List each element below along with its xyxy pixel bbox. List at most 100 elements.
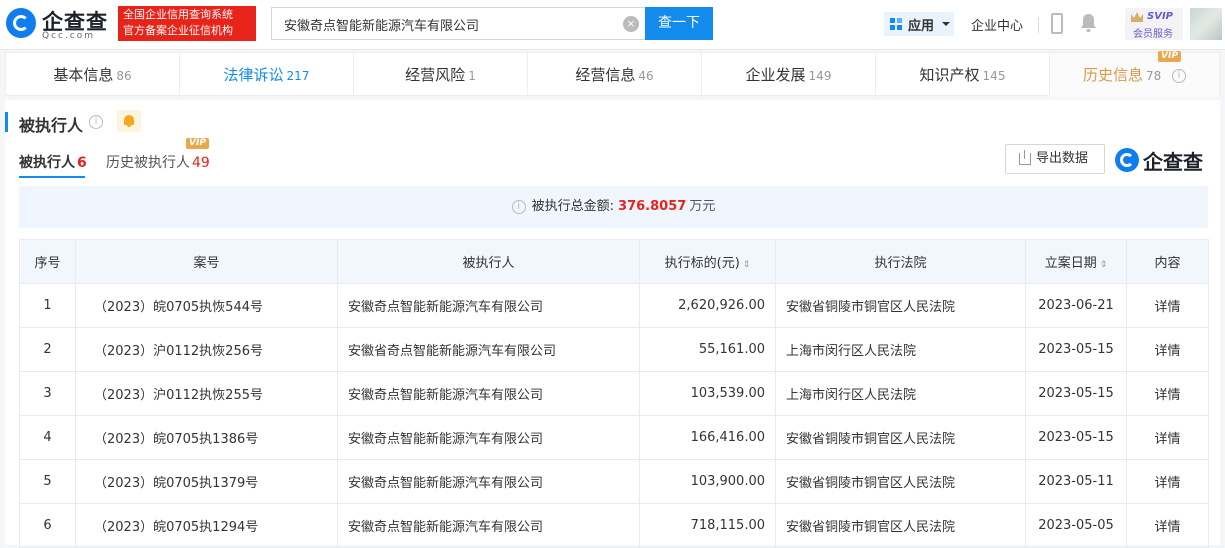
amount-cell: 55,161.00 — [639, 327, 776, 372]
detail-link[interactable]: 详情 — [1126, 327, 1209, 372]
tab-label: 经营信息 — [575, 66, 636, 84]
export-data-button[interactable]: 导出数据 — [1005, 144, 1105, 174]
amount-cell: 166,416.00 — [639, 415, 776, 460]
tab-label: 历史信息 — [1082, 66, 1143, 84]
amount-cell: 103,900.00 — [639, 459, 776, 504]
date-cell: 2023-05-15 — [1025, 415, 1127, 460]
row-index: 1 — [19, 283, 76, 328]
tab-count: 1 — [468, 69, 476, 83]
search-input-value: 安徽奇点智能新能源汽车有限公司 — [284, 19, 480, 34]
case-number-link[interactable]: （2023）皖0705执1379号 — [75, 459, 338, 504]
date-cell: 2023-05-15 — [1025, 371, 1127, 416]
tab-label: 知识产权 — [919, 66, 980, 84]
table-row: 3 （2023）沪0112执恢255号 安徽奇点智能新能源汽车有限公司 103,… — [19, 371, 1209, 416]
tab-label: 企业发展 — [745, 66, 806, 84]
mobile-phone-icon[interactable] — [1051, 13, 1063, 34]
party-link[interactable]: 安徽省奇点智能新能源汽车有限公司 — [337, 327, 640, 372]
info-icon[interactable]: i — [511, 199, 526, 214]
tab-development[interactable]: 企业发展 149 — [702, 53, 876, 97]
table-row: 5 （2023）皖0705执1379号 安徽奇点智能新能源汽车有限公司 103,… — [19, 459, 1209, 504]
party-link[interactable]: 安徽奇点智能新能源汽车有限公司 — [337, 415, 640, 460]
monitor-bell-icon[interactable] — [117, 110, 141, 132]
detail-link[interactable]: 详情 — [1126, 415, 1209, 460]
executed-person-panel: 被执行人 i 被执行人 6 历史被执行人 49 VIP 导出数据 企查查 i 被执行总… — [5, 100, 1220, 548]
sort-icon[interactable]: ⇕ — [1100, 260, 1108, 270]
sort-icon[interactable]: ⇕ — [743, 260, 751, 270]
subtab-executed-person[interactable]: 被执行人 6 — [19, 152, 87, 172]
app-menu-label: 应用 — [908, 19, 935, 34]
row-index: 5 — [19, 459, 76, 504]
tab-basic-info[interactable]: 基本信息 86 — [6, 53, 180, 97]
download-icon — [1019, 150, 1031, 165]
tab-count: 217 — [286, 69, 310, 83]
case-number-text: （2023）皖0705执1294号 — [75, 503, 338, 548]
tab-label: 经营风险 — [405, 66, 466, 84]
header-amount[interactable]: 执行标的(元) ⇕ — [639, 239, 776, 284]
svip-member-button[interactable]: SVIP 会员服务 — [1125, 8, 1183, 40]
avatar[interactable] — [1190, 8, 1222, 40]
header-amount-label: 执行标的(元) — [664, 256, 740, 271]
court-cell: 安徽省铜陵市铜官区人民法院 — [775, 503, 1026, 548]
notification-bell-icon[interactable] — [1080, 13, 1097, 33]
export-label: 导出数据 — [1036, 151, 1089, 166]
active-subtab-underline — [19, 176, 85, 178]
case-number-link[interactable]: （2023）沪0112执恢256号 — [75, 327, 338, 372]
official-badge[interactable]: 全国企业信用查询系统 官方备案企业征信机构 — [118, 6, 256, 41]
qcc-logo-icon — [1115, 148, 1139, 172]
subtab-history-executed-person[interactable]: 历史被执行人 49 VIP — [106, 138, 210, 172]
logo-subtext: Qcc.com — [42, 31, 96, 41]
case-number-link[interactable]: （2023）沪0112执恢255号 — [75, 371, 338, 416]
header-content: 内容 — [1126, 239, 1209, 284]
search-button[interactable]: 查一下 — [645, 7, 713, 40]
info-icon[interactable]: i — [89, 115, 103, 129]
party-link[interactable]: 安徽奇点智能新能源汽车有限公司 — [337, 503, 640, 548]
detail-link[interactable]: 详情 — [1126, 459, 1209, 504]
detail-link[interactable]: 详情 — [1126, 283, 1209, 328]
subtab-count: 49 — [192, 155, 210, 171]
badge-line-1: 全国企业信用查询系统 — [123, 8, 233, 21]
enterprise-center-link[interactable]: 企业中心 — [971, 15, 1023, 34]
summary-amount: 376.8057 — [618, 199, 687, 214]
tab-count: 46 — [638, 69, 654, 83]
tab-history-info[interactable]: 历史信息 78 i VIP — [1050, 51, 1219, 97]
grid-icon — [890, 18, 902, 30]
header-date-label: 立案日期 — [1044, 256, 1097, 271]
table-row: 6 （2023）皖0705执1294号 安徽奇点智能新能源汽车有限公司 718,… — [19, 503, 1209, 548]
tab-intellectual-property[interactable]: 知识产权 145 — [876, 53, 1050, 97]
svip-title: SVIP — [1147, 11, 1173, 22]
table-row: 4 （2023）皖0705执1386号 安徽奇点智能新能源汽车有限公司 166,… — [19, 415, 1209, 460]
qcc-logo-icon — [6, 8, 36, 38]
search-input[interactable]: 安徽奇点智能新能源汽车有限公司 × — [271, 7, 645, 40]
case-number-link[interactable]: （2023）皖0705执1386号 — [75, 415, 338, 460]
tab-legal-litigation[interactable]: 法律诉讼 217 — [180, 53, 354, 97]
info-icon[interactable]: i — [1172, 68, 1187, 83]
section-title: 被执行人 — [19, 116, 84, 135]
row-index: 6 — [19, 503, 76, 548]
tab-business-info[interactable]: 经营信息 46 — [528, 53, 702, 97]
table-row: 1 （2023）皖0705执恢544号 安徽奇点智能新能源汽车有限公司 2,62… — [19, 283, 1209, 328]
tab-operational-risk[interactable]: 经营风险 1 — [354, 53, 528, 97]
vip-badge: VIP — [186, 138, 209, 149]
detail-link[interactable]: 详情 — [1126, 503, 1209, 548]
court-cell: 上海市闵行区人民法院 — [775, 327, 1026, 372]
brand-text: 企查查 — [1143, 150, 1203, 174]
header-filing-date[interactable]: 立案日期 ⇕ — [1025, 239, 1127, 284]
detail-link[interactable]: 详情 — [1126, 371, 1209, 416]
header-divider — [1038, 17, 1039, 33]
app-menu-button[interactable]: 应用 — [884, 12, 954, 36]
subtab-label: 历史被执行人 — [106, 155, 190, 171]
chevron-down-icon — [942, 22, 950, 26]
executed-person-table: 序号 案号 被执行人 执行标的(元) ⇕ 执行法院 立案日期 ⇕ 内容 1 （202… — [19, 239, 1209, 548]
date-cell: 2023-05-11 — [1025, 459, 1127, 504]
party-link[interactable]: 安徽奇点智能新能源汽车有限公司 — [337, 459, 640, 504]
table-header-row: 序号 案号 被执行人 执行标的(元) ⇕ 执行法院 立案日期 ⇕ 内容 — [19, 239, 1209, 284]
party-link[interactable]: 安徽奇点智能新能源汽车有限公司 — [337, 283, 640, 328]
date-cell: 2023-05-05 — [1025, 503, 1127, 548]
table-row: 2 （2023）沪0112执恢256号 安徽省奇点智能新能源汽车有限公司 55,… — [19, 327, 1209, 372]
case-number-link[interactable]: （2023）皖0705执恢544号 — [75, 283, 338, 328]
qcc-logo[interactable]: 企查查 Qcc.com — [6, 6, 114, 42]
party-link[interactable]: 安徽奇点智能新能源汽车有限公司 — [337, 371, 640, 416]
clear-icon[interactable]: × — [623, 16, 639, 32]
header-index: 序号 — [19, 239, 76, 284]
tab-count: 78 — [1145, 69, 1162, 83]
